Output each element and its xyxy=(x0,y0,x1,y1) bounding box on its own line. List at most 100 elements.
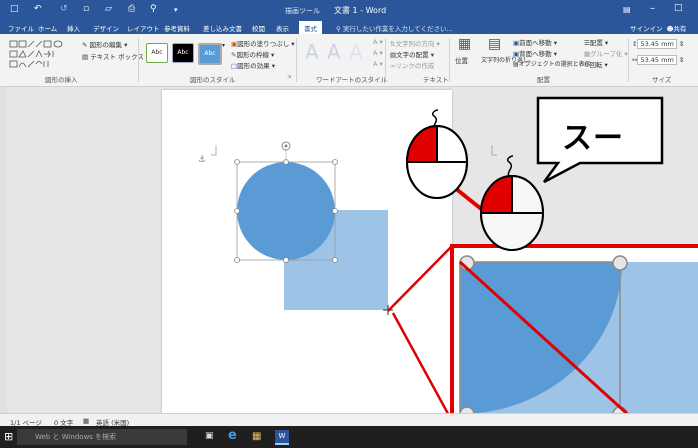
print-icon[interactable]: ⎙ xyxy=(128,4,135,14)
width-value: 53.45 mm xyxy=(637,55,677,65)
group-label-size: サイズ xyxy=(652,76,672,84)
shape-effects-button[interactable]: □図形の効果 ▾ xyxy=(231,60,275,70)
proofing-icon[interactable]: ▦ xyxy=(83,417,89,425)
text-fill-icon[interactable]: A ▾ xyxy=(373,38,383,46)
gallery-more-icon[interactable]: ▾ xyxy=(222,42,225,49)
rotate-button[interactable]: ↻回転 ▾ xyxy=(584,59,608,69)
text-outline-icon[interactable]: A ▾ xyxy=(373,49,383,57)
edit-shape-button[interactable]: ✎ 図形の編集 ▾ xyxy=(82,39,127,49)
text-align-label: 文字の配置 xyxy=(396,51,429,59)
group-label-wordart: ワードアートのスタイル xyxy=(316,76,388,84)
taskbar: ⊞ Web と Windows を検索 ▣ e ▦ W xyxy=(0,426,698,448)
height-field[interactable]: ↕ 53.45 mm ⇕ xyxy=(632,39,684,49)
shape-fill-label: 図形の塗りつぶし xyxy=(237,40,290,48)
wrap-text-icon: ▤ xyxy=(488,36,502,52)
create-link-label: リンクの作成 xyxy=(395,62,435,70)
save-icon[interactable]: □ xyxy=(10,4,19,14)
maximize-button[interactable]: □ xyxy=(674,3,683,13)
rotate-label: 回転 xyxy=(589,61,603,69)
selection-pane-label: オブジェクトの選択と表示 xyxy=(518,61,591,68)
open-icon[interactable]: ▱ xyxy=(105,4,112,14)
shape-effects-label: 図形の効果 xyxy=(237,62,270,70)
shape-style-2[interactable]: Abc xyxy=(172,43,194,63)
undo-icon[interactable]: ↶ xyxy=(34,4,42,14)
text-box-icon: ▤ xyxy=(82,53,89,61)
edit-shape-icon: ✎ xyxy=(82,41,88,49)
tab-home[interactable]: ホーム xyxy=(38,23,57,33)
text-direction-button[interactable]: ⇅文字列の方向 ▾ xyxy=(390,38,440,48)
title-bar: □ ↶ ↺ ▫ ▱ ⎙ ⚲ ▾ 描画ツール 文書 1 - Word ▤ – □ xyxy=(0,0,698,20)
group-label-insert-shapes: 図形の挿入 xyxy=(45,76,78,84)
tell-me-search[interactable]: ⚲ 実行したい作業を入力してください... xyxy=(336,23,453,33)
ribbon-separator xyxy=(296,38,297,82)
taskbar-search-placeholder: Web と Windows を検索 xyxy=(35,433,117,441)
redo-icon[interactable]: ↺ xyxy=(60,4,68,14)
ribbon-options-icon[interactable]: ▤ xyxy=(623,5,631,14)
tab-layout[interactable]: レイアウト xyxy=(127,23,160,33)
position-button[interactable]: 位置 xyxy=(455,55,468,65)
selection-pane-button[interactable]: ▤オブジェクトの選択と表示 xyxy=(513,59,591,68)
edit-shape-label: 図形の編集 xyxy=(89,41,123,49)
tab-insert[interactable]: 挿入 xyxy=(67,23,80,33)
send-backward-label: 背面へ移動 xyxy=(519,50,552,58)
context-tab-label: 描画ツール xyxy=(285,7,320,15)
speech-bubble-text: スー xyxy=(562,121,624,156)
wordart-style-1[interactable]: A xyxy=(305,40,319,64)
tell-me-placeholder: 実行したい作業を入力してください... xyxy=(342,25,453,33)
status-bar: 1/1 ページ 0 文字 ▦ 英語 (米国) xyxy=(0,413,698,427)
ribbon-separator xyxy=(138,38,139,82)
create-link-button[interactable]: ∞リンクの作成 xyxy=(390,60,434,70)
new-doc-icon[interactable]: ▫ xyxy=(83,4,89,14)
height-value: 53.45 mm xyxy=(637,39,677,49)
edge-browser-icon[interactable]: e xyxy=(228,428,237,443)
text-effects-icon[interactable]: A ▾ xyxy=(373,60,383,68)
shape-fill-button[interactable]: ▣図形の塗りつぶし ▾ xyxy=(231,38,295,48)
tab-file[interactable]: ファイル xyxy=(8,23,34,33)
tab-references[interactable]: 参考資料 xyxy=(164,23,190,33)
file-explorer-icon[interactable]: ▦ xyxy=(252,431,261,442)
position-icon: ▦ xyxy=(458,36,472,52)
shapes-gallery[interactable] xyxy=(8,39,80,69)
tab-view[interactable]: 表示 xyxy=(276,23,289,33)
lightbulb-icon: ⚲ xyxy=(336,25,341,33)
ribbon-separator xyxy=(449,38,450,82)
ribbon-separator xyxy=(628,38,629,82)
ribbon-tab-row: ファイル ホーム 挿入 デザイン レイアウト 参考資料 差し込み文書 校閲 表示… xyxy=(0,20,698,34)
ribbon-separator xyxy=(385,38,386,82)
preview-icon[interactable]: ⚲ xyxy=(150,4,157,14)
shape-style-3[interactable]: Abc xyxy=(198,43,222,65)
document-title: 文書 1 - Word xyxy=(334,6,387,15)
group-objects-label: グループ化 xyxy=(590,50,623,58)
share-button[interactable]: 共有 xyxy=(673,25,686,33)
wordart-style-3[interactable]: A xyxy=(349,40,363,64)
bring-forward-button[interactable]: ▣前面へ移動 ▾ xyxy=(513,37,557,47)
windows-start-icon[interactable]: ⊞ xyxy=(4,430,13,443)
width-field[interactable]: ↔ 53.45 mm ⇕ xyxy=(632,55,684,65)
group-label-text: テキスト xyxy=(423,76,449,84)
minimize-button[interactable]: – xyxy=(650,3,655,14)
account-area: サインイン ☻共有 xyxy=(630,23,686,33)
vertical-ruler xyxy=(0,87,7,413)
tab-mailings[interactable]: 差し込み文書 xyxy=(203,23,242,33)
ribbon: ✎ 図形の編集 ▾ ▤ テキスト ボックス ▾ 図形の挿入 Abc Abc Ab… xyxy=(0,34,698,87)
taskbar-search[interactable]: Web と Windows を検索 xyxy=(17,429,187,445)
shape-outline-button[interactable]: ✎図形の枠線 ▾ xyxy=(231,49,274,59)
task-view-icon[interactable]: ▣ xyxy=(205,431,214,441)
send-backward-button[interactable]: ▣背面へ移動 ▾ xyxy=(513,48,557,58)
align-label: 配置 xyxy=(589,39,603,47)
group-button[interactable]: ▦グループ化 ▾ xyxy=(584,48,628,58)
tab-format[interactable]: 書式 xyxy=(299,21,322,34)
bring-forward-label: 前面へ移動 xyxy=(519,39,552,47)
document-page[interactable] xyxy=(162,90,452,420)
shape-style-1[interactable]: Abc xyxy=(146,43,168,63)
dialog-launcher-icon[interactable]: ⇲ xyxy=(287,74,291,80)
tab-review[interactable]: 校閲 xyxy=(252,23,265,33)
text-box-button[interactable]: ▤ テキスト ボックス ▾ xyxy=(82,51,149,61)
text-align-button[interactable]: ▤文字の配置 ▾ xyxy=(390,49,434,59)
align-button[interactable]: ☰配置 ▾ xyxy=(584,37,608,47)
sign-in-link[interactable]: サインイン xyxy=(630,25,663,33)
wordart-style-2[interactable]: A xyxy=(327,40,341,64)
word-taskbar-icon[interactable]: W xyxy=(275,430,289,445)
tab-design[interactable]: デザイン xyxy=(93,23,119,33)
customize-qat-icon[interactable]: ▾ xyxy=(174,6,178,14)
